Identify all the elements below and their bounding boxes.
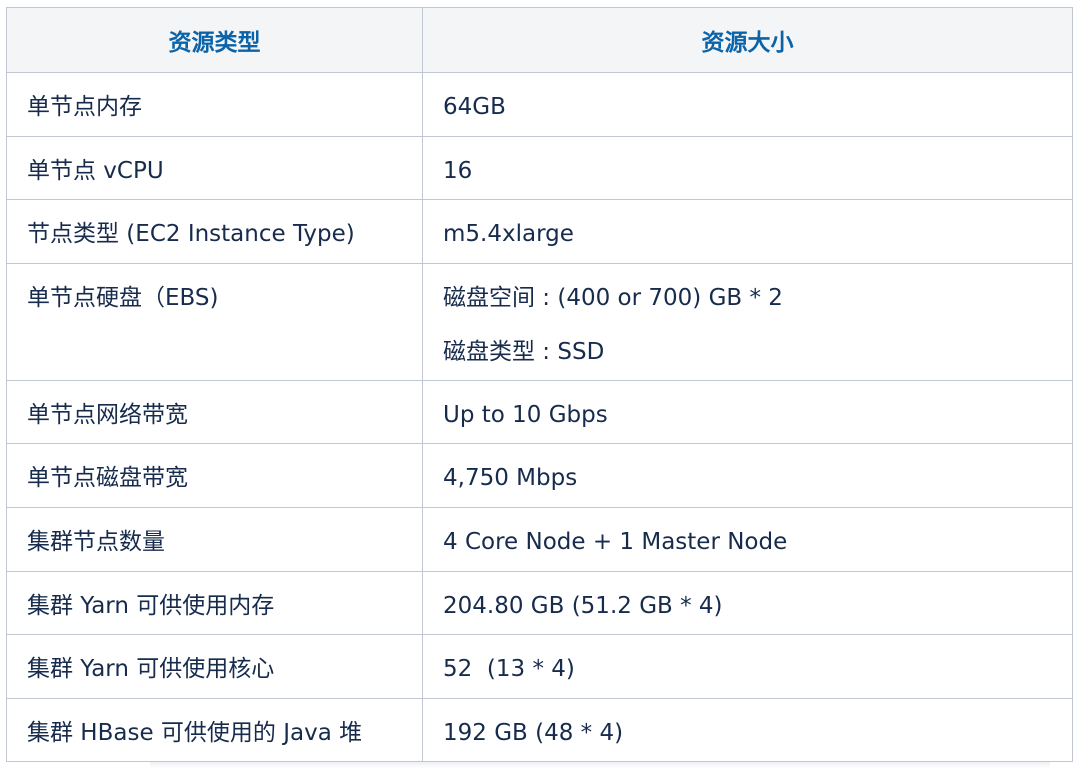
- cell-value-line: 204.80 GB (51.2 GB * 4): [443, 592, 723, 619]
- table-row: 集群 Yarn 可供使用内存 204.80 GB (51.2 GB * 4): [6, 570, 1073, 636]
- cell-resource-size: 磁盘空间 : (400 or 700) GB * 2 磁盘类型 : SSD: [422, 262, 1073, 381]
- cell-resource-size: 192 GB (48 * 4): [422, 697, 1073, 763]
- cell-value-line: 16: [443, 157, 473, 184]
- cell-value-line: 64GB: [443, 94, 506, 120]
- cell-resource-type: 单节点网络带宽: [6, 379, 423, 445]
- table-row: 单节点网络带宽 Up to 10 Gbps: [6, 379, 1073, 445]
- cell-resource-type: 集群节点数量: [6, 506, 423, 572]
- resource-table: 资源类型 资源大小 单节点内存 64GB 单节点 vCPU 16 节点类型 (E…: [6, 7, 1073, 763]
- table-row: 集群 Yarn 可供使用核心 52 (13 * 4): [6, 634, 1073, 699]
- bottom-shadow-divider: [150, 762, 1050, 769]
- cell-resource-type: 单节点内存: [6, 72, 423, 137]
- cell-resource-type: 节点类型 (EC2 Instance Type): [6, 199, 423, 264]
- cell-value-line: 磁盘类型 : SSD: [443, 338, 605, 365]
- cell-resource-size: 4,750 Mbps: [422, 443, 1073, 508]
- cell-resource-size: 64GB: [422, 72, 1073, 137]
- cell-resource-size: 4 Core Node + 1 Master Node: [422, 506, 1073, 572]
- table-row: 单节点磁盘带宽 4,750 Mbps: [6, 443, 1073, 508]
- cell-value-line: m5.4xlarge: [443, 221, 574, 248]
- cell-resource-size: 204.80 GB (51.2 GB * 4): [422, 570, 1073, 636]
- cell-resource-type: 集群 HBase 可供使用的 Java 堆: [6, 697, 423, 763]
- cell-resource-type: 集群 Yarn 可供使用内存: [6, 570, 423, 636]
- header-resource-type: 资源类型: [6, 7, 423, 73]
- cell-resource-type: 单节点 vCPU: [6, 135, 423, 201]
- cell-resource-size: 52 (13 * 4): [422, 634, 1073, 699]
- cell-resource-type: 集群 Yarn 可供使用核心: [6, 634, 423, 699]
- cell-resource-type: 单节点磁盘带宽: [6, 443, 423, 508]
- header-resource-size: 资源大小: [422, 7, 1073, 73]
- cell-value-line: 磁盘空间 : (400 or 700) GB * 2: [443, 284, 783, 311]
- table-row: 单节点内存 64GB: [6, 72, 1073, 137]
- table-row: 单节点 vCPU 16: [6, 135, 1073, 201]
- table-header-row: 资源类型 资源大小: [6, 7, 1073, 73]
- table-row: 集群 HBase 可供使用的 Java 堆 192 GB (48 * 4): [6, 697, 1073, 763]
- cell-resource-size: Up to 10 Gbps: [422, 379, 1073, 445]
- cell-value-line: 4 Core Node + 1 Master Node: [443, 528, 788, 555]
- table-row: 集群节点数量 4 Core Node + 1 Master Node: [6, 506, 1073, 572]
- cell-value-line: Up to 10 Gbps: [443, 401, 608, 428]
- cell-value-line: 52 (13 * 4): [443, 656, 575, 683]
- table-row: 单节点硬盘（EBS) 磁盘空间 : (400 or 700) GB * 2 磁盘…: [6, 262, 1073, 381]
- cell-value-line: 192 GB (48 * 4): [443, 719, 624, 746]
- cell-resource-size: 16: [422, 135, 1073, 201]
- cell-value-line: 4,750 Mbps: [443, 465, 578, 492]
- cell-resource-type: 单节点硬盘（EBS): [6, 262, 423, 381]
- resource-table-container: 资源类型 资源大小 单节点内存 64GB 单节点 vCPU 16 节点类型 (E…: [6, 7, 1073, 763]
- table-row: 节点类型 (EC2 Instance Type) m5.4xlarge: [6, 199, 1073, 264]
- cell-resource-size: m5.4xlarge: [422, 199, 1073, 264]
